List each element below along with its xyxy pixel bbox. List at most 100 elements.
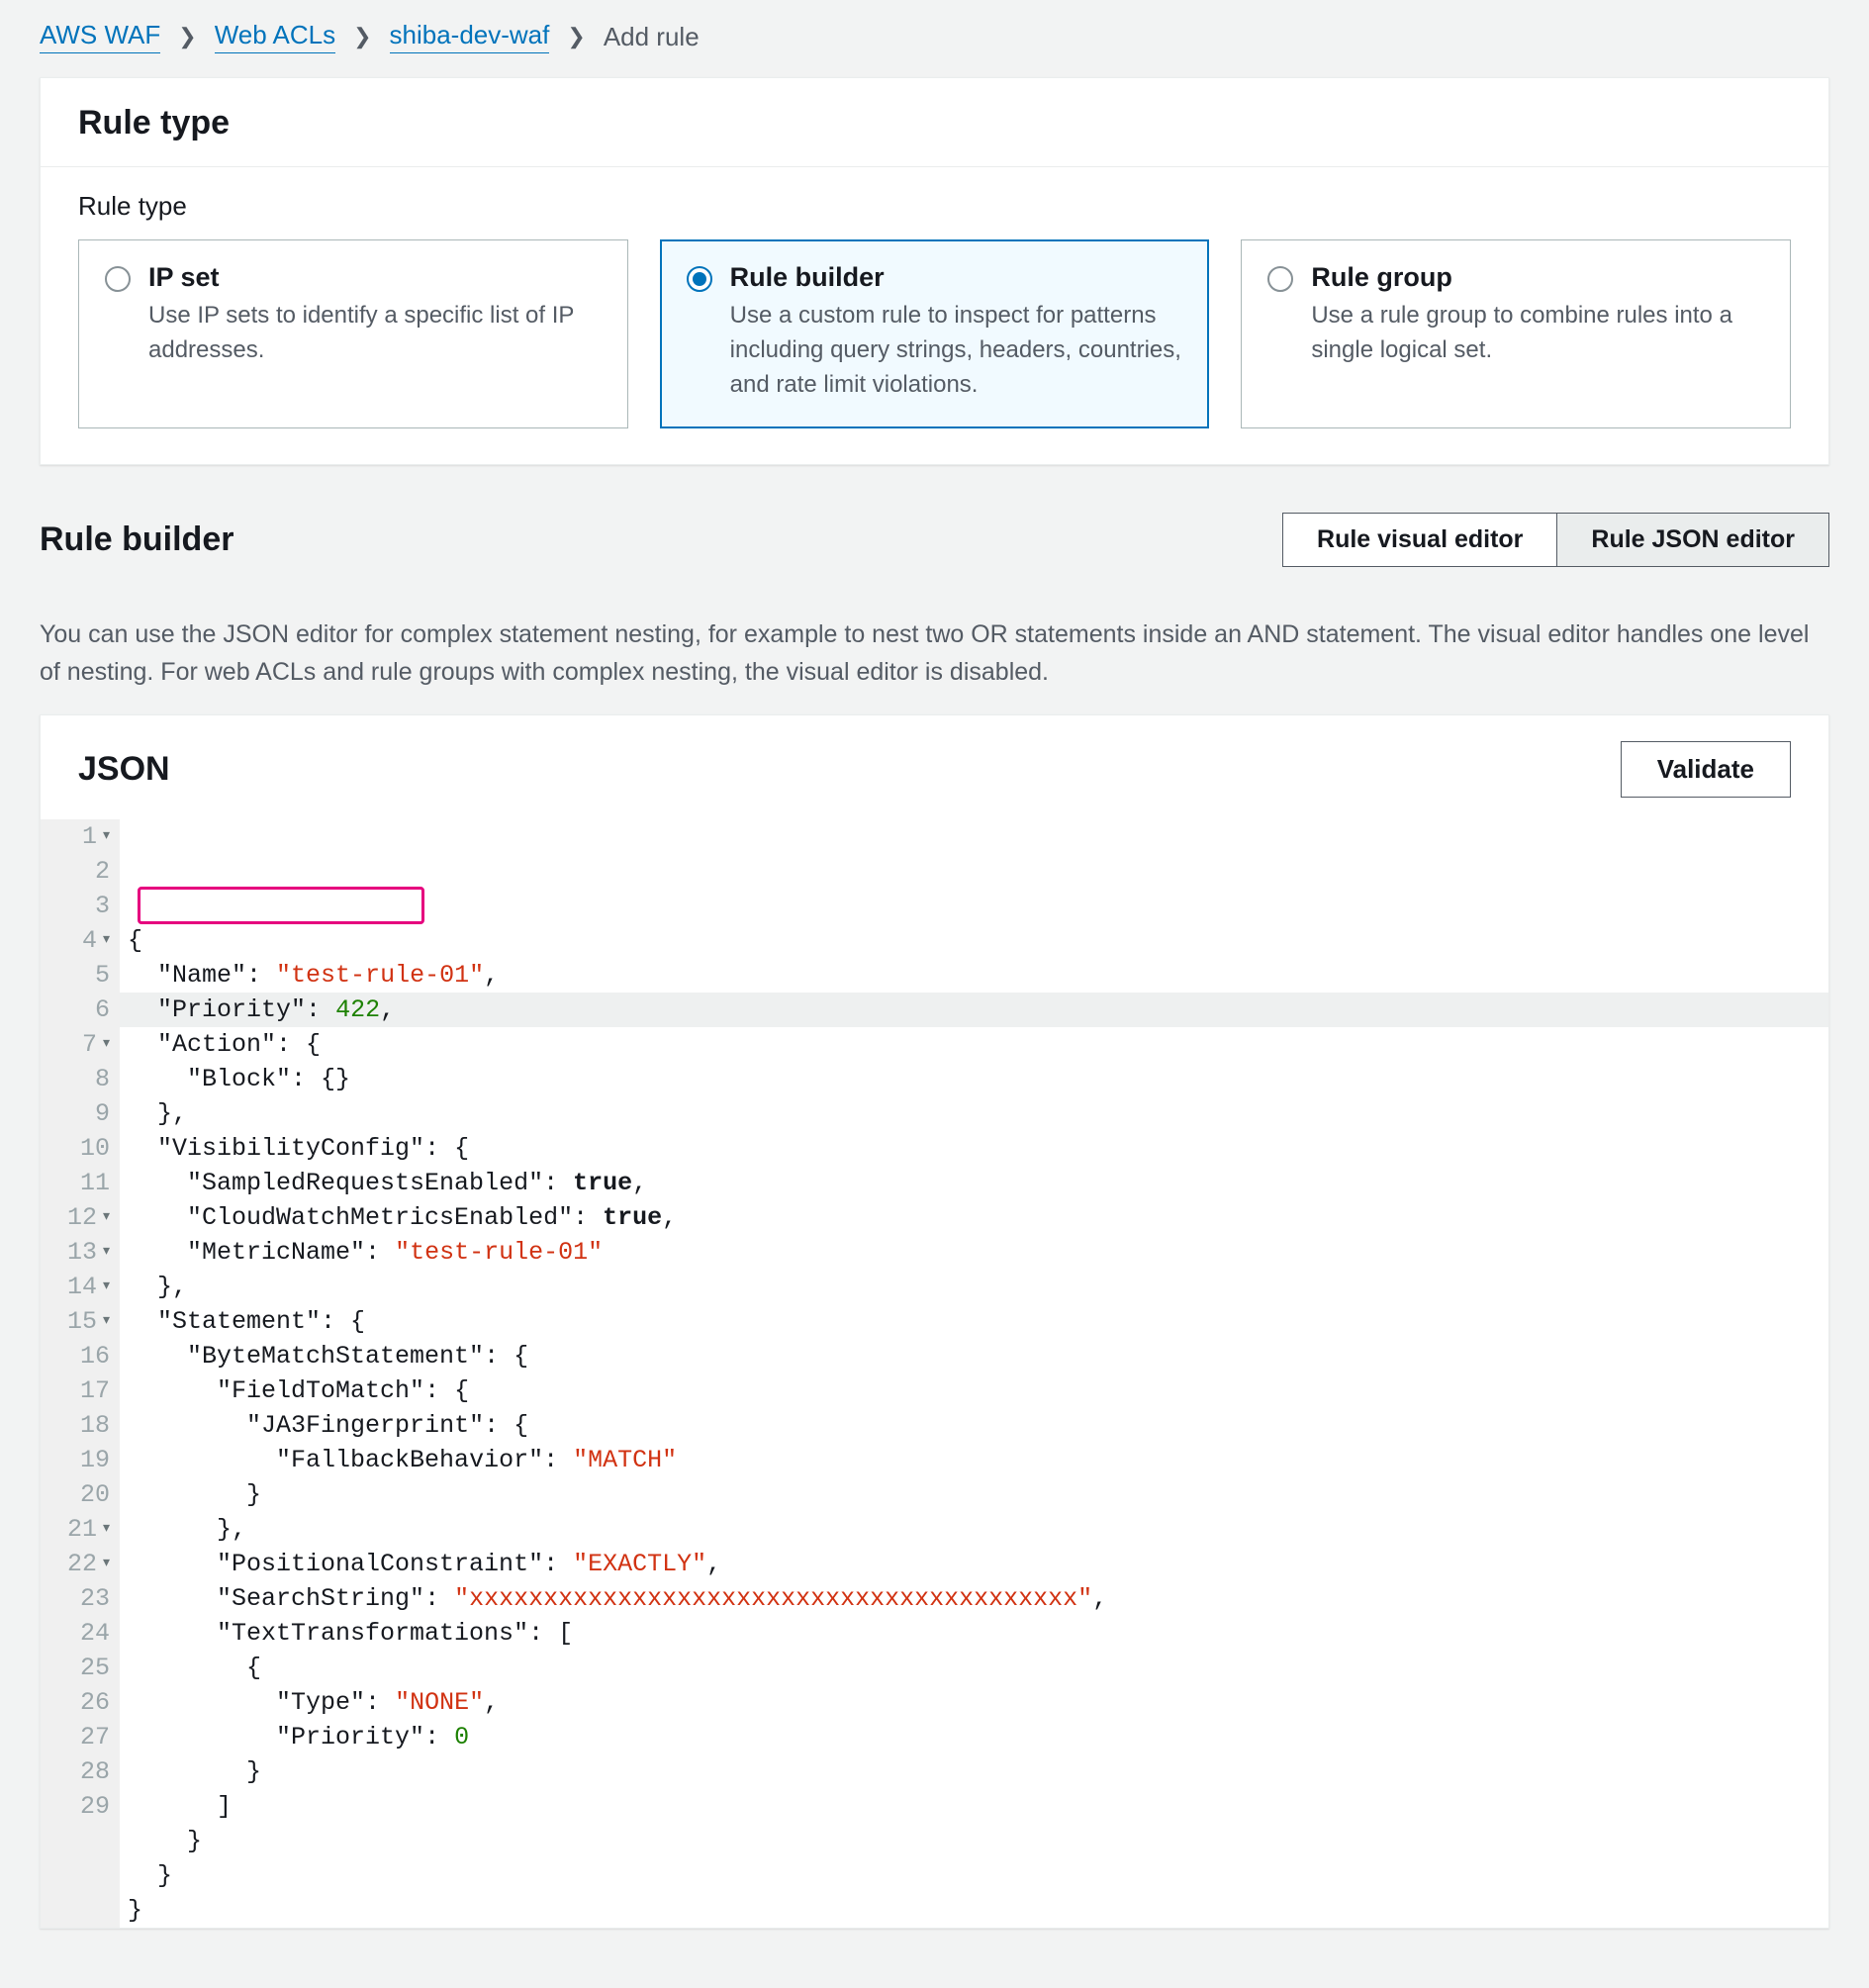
chevron-right-icon: ❯ [178,24,196,49]
gutter-line: 28 [56,1754,110,1789]
gutter-line: 6 [56,993,110,1027]
gutter-line: 22▾ [56,1547,110,1581]
breadcrumb: AWS WAF ❯ Web ACLs ❯ shiba-dev-waf ❯ Add… [40,0,1829,77]
code-line[interactable]: }, [120,1512,1828,1547]
radio-icon[interactable] [105,266,131,292]
code-line[interactable]: "TextTransformations": [ [120,1616,1828,1651]
gutter-line: 5 [56,958,110,993]
fold-triangle-icon[interactable]: ▾ [103,1035,110,1055]
rule-type-option-rule-builder[interactable]: Rule builderUse a custom rule to inspect… [660,239,1210,428]
editor-mode-toggle: Rule visual editor Rule JSON editor [1282,513,1829,567]
editor-code[interactable]: { "Name": "test-rule-01", "Priority": 42… [120,819,1828,1928]
json-panel: JSON Validate 1▾234▾567▾89101112▾13▾14▾1… [40,714,1829,1929]
gutter-line: 13▾ [56,1235,110,1270]
fold-triangle-icon[interactable]: ▾ [103,931,110,951]
gutter-line: 21▾ [56,1512,110,1547]
code-line[interactable]: { [120,923,1828,958]
rule-json-editor-tab[interactable]: Rule JSON editor [1557,513,1829,567]
gutter-line: 3 [56,889,110,923]
fold-triangle-icon[interactable]: ▾ [103,827,110,847]
code-line[interactable]: } [120,1893,1828,1928]
code-line[interactable]: "VisibilityConfig": { [120,1131,1828,1166]
breadcrumb-current: Add rule [604,22,700,52]
fold-triangle-icon[interactable]: ▾ [103,1555,110,1574]
code-line[interactable]: "Priority": 422, [120,993,1828,1027]
option-title: Rule group [1311,262,1764,293]
code-line[interactable]: "Name": "test-rule-01", [120,958,1828,993]
code-line[interactable]: "Statement": { [120,1304,1828,1339]
code-line[interactable]: "MetricName": "test-rule-01" [120,1235,1828,1270]
code-line[interactable]: "SearchString": "xxxxxxxxxxxxxxxxxxxxxxx… [120,1581,1828,1616]
radio-icon[interactable] [687,266,712,292]
gutter-line: 18 [56,1408,110,1443]
rule-type-subheading: Rule type [78,191,1791,222]
breadcrumb-web-acls[interactable]: Web ACLs [215,20,335,53]
gutter-line: 9 [56,1096,110,1131]
option-description: Use IP sets to identify a specific list … [148,299,602,368]
validate-button[interactable]: Validate [1621,741,1791,798]
breadcrumb-aws-waf[interactable]: AWS WAF [40,20,160,53]
code-line[interactable]: "Type": "NONE", [120,1685,1828,1720]
code-line[interactable]: "CloudWatchMetricsEnabled": true, [120,1200,1828,1235]
rule-visual-editor-tab[interactable]: Rule visual editor [1282,513,1557,567]
json-panel-title: JSON [78,750,170,789]
code-line[interactable]: "Action": { [120,1027,1828,1062]
code-line[interactable]: "SampledRequestsEnabled": true, [120,1166,1828,1200]
fold-triangle-icon[interactable]: ▾ [103,1243,110,1263]
builder-help-text: You can use the JSON editor for complex … [40,616,1829,691]
fold-triangle-icon[interactable]: ▾ [103,1520,110,1540]
option-description: Use a rule group to combine rules into a… [1311,299,1764,368]
gutter-line: 23 [56,1581,110,1616]
gutter-line: 24 [56,1616,110,1651]
code-line[interactable]: } [120,1824,1828,1858]
code-line[interactable]: ] [120,1789,1828,1824]
code-line[interactable]: "FallbackBehavior": "MATCH" [120,1443,1828,1477]
json-editor[interactable]: 1▾234▾567▾89101112▾13▾14▾15▾161718192021… [41,819,1828,1928]
code-line[interactable]: "JA3Fingerprint": { [120,1408,1828,1443]
rule-builder-title: Rule builder [40,521,234,559]
code-line[interactable]: "PositionalConstraint": "EXACTLY", [120,1547,1828,1581]
code-line[interactable]: "Block": {} [120,1062,1828,1096]
code-line[interactable]: } [120,1477,1828,1512]
option-description: Use a custom rule to inspect for pattern… [730,299,1183,402]
gutter-line: 8 [56,1062,110,1096]
rule-type-panel: Rule type Rule type IP set Use IP sets to… [40,77,1829,465]
fold-triangle-icon[interactable]: ▾ [103,1312,110,1332]
code-line[interactable]: "FieldToMatch": { [120,1373,1828,1408]
code-line[interactable]: }, [120,1270,1828,1304]
fold-triangle-icon[interactable]: ▾ [103,1208,110,1228]
gutter-line: 16 [56,1339,110,1373]
gutter-line: 7▾ [56,1027,110,1062]
gutter-line: 27 [56,1720,110,1754]
radio-icon[interactable] [1267,266,1293,292]
gutter-line: 11 [56,1166,110,1200]
chevron-right-icon: ❯ [353,24,371,49]
rule-type-header: Rule type [41,78,1828,167]
gutter-line: 25 [56,1651,110,1685]
rule-type-option-ip-set[interactable]: IP set Use IP sets to identify a specific… [78,239,628,428]
gutter-line: 19 [56,1443,110,1477]
code-line[interactable]: }, [120,1096,1828,1131]
code-line[interactable]: "ByteMatchStatement": { [120,1339,1828,1373]
gutter-line: 2 [56,854,110,889]
chevron-right-icon: ❯ [567,24,585,49]
gutter-line: 29 [56,1789,110,1824]
fold-triangle-icon[interactable]: ▾ [103,1278,110,1297]
rule-builder-header-row: Rule builder Rule visual editor Rule JSO… [40,513,1829,567]
rule-type-option-rule-group[interactable]: Rule group Use a rule group to combine ru… [1241,239,1791,428]
gutter-line: 20 [56,1477,110,1512]
option-title: IP set [148,262,602,293]
gutter-line: 15▾ [56,1304,110,1339]
gutter-line: 4▾ [56,923,110,958]
code-line[interactable]: "Priority": 0 [120,1720,1828,1754]
code-line[interactable]: } [120,1754,1828,1789]
code-line[interactable]: } [120,1858,1828,1893]
rule-type-title: Rule type [78,104,1791,142]
priority-highlight-box [138,887,424,924]
code-line[interactable]: { [120,1651,1828,1685]
gutter-line: 10 [56,1131,110,1166]
gutter-line: 14▾ [56,1270,110,1304]
editor-gutter: 1▾234▾567▾89101112▾13▾14▾15▾161718192021… [41,819,120,1928]
breadcrumb-shiba-dev-waf[interactable]: shiba-dev-waf [390,20,550,53]
gutter-line: 26 [56,1685,110,1720]
